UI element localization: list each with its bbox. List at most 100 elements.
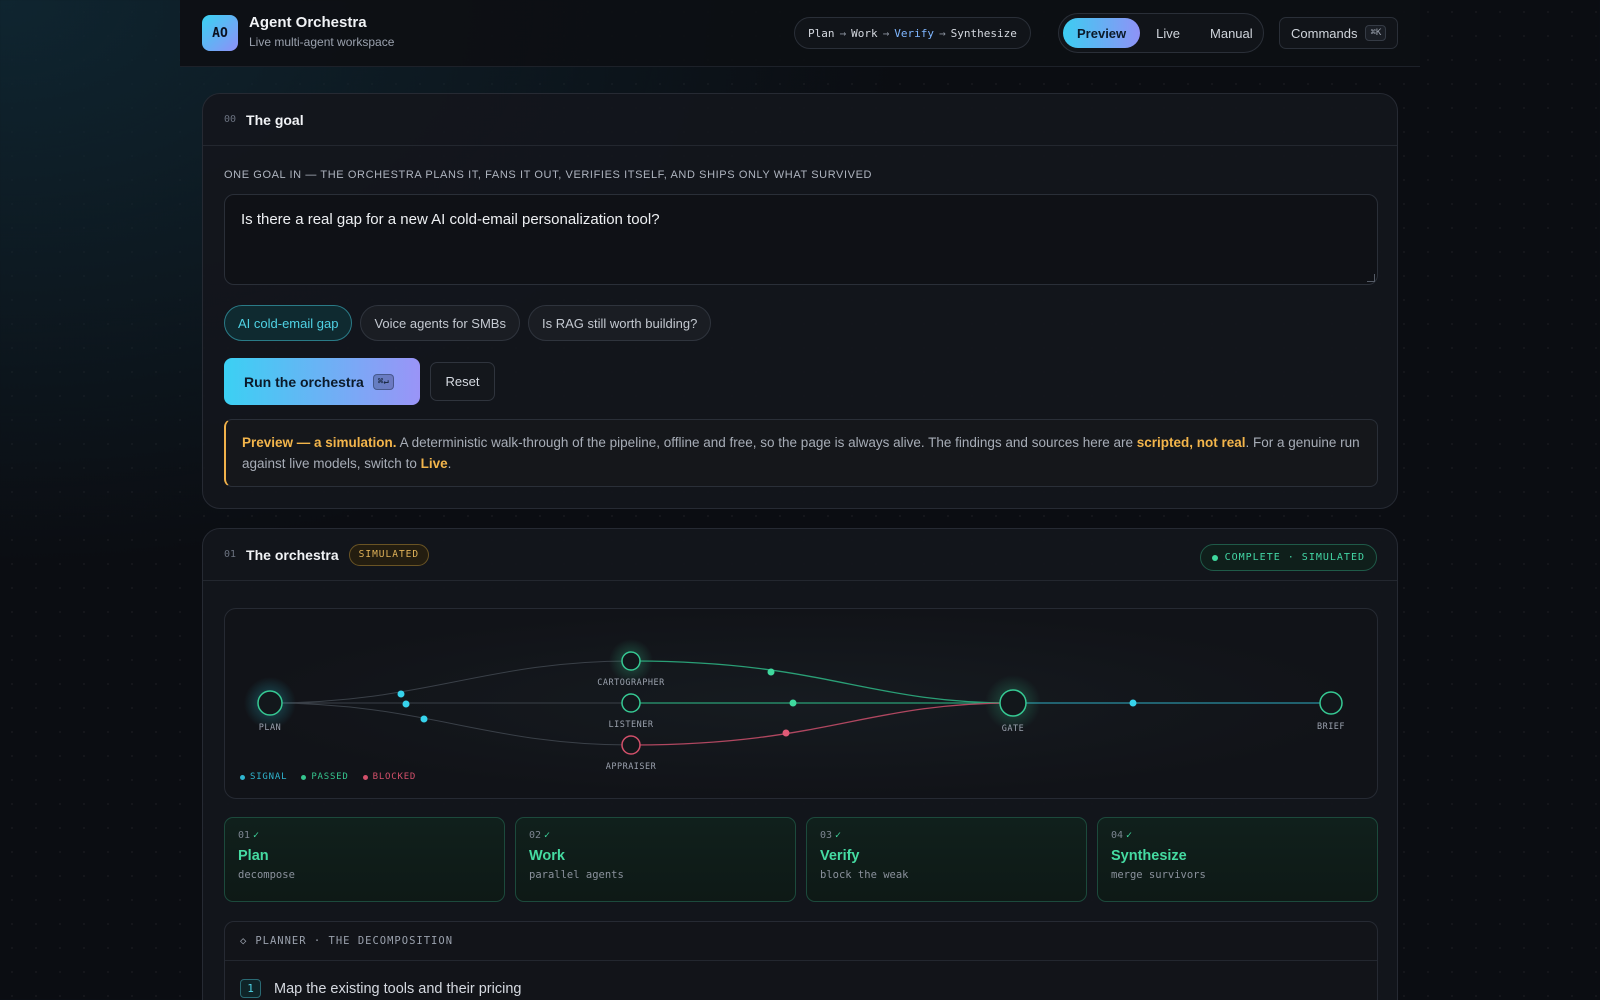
arrow-icon: → <box>882 26 890 40</box>
node-label-cartographer: CARTOGRAPHER <box>597 678 665 688</box>
legend-signal: SIGNAL <box>240 772 287 782</box>
signal-pulse <box>1129 699 1137 707</box>
status-dot-icon <box>1211 554 1218 561</box>
resize-handle-icon[interactable] <box>1367 274 1375 282</box>
orchestra-graph: PLAN CARTOGRAPHER LISTENER APPRAISER GAT… <box>224 608 1378 799</box>
pipeline-step-synthesize: Synthesize <box>950 26 1017 40</box>
node-plan <box>257 690 283 716</box>
node-cartographer <box>621 651 641 671</box>
passed-pulse <box>767 668 775 676</box>
node-gate <box>999 689 1027 717</box>
notice-lead: Preview — a simulation. <box>242 435 397 450</box>
section-title: The orchestra <box>246 546 339 563</box>
edge-appraiser-gate <box>630 702 1014 746</box>
node-brief <box>1319 691 1343 715</box>
list-item: 1 Map the existing tools and their prici… <box>225 961 1377 998</box>
run-orchestra-button[interactable]: Run the orchestra ⌘↵ <box>224 358 420 405</box>
node-label-gate: GATE <box>1002 724 1024 734</box>
mode-preview-button[interactable]: Preview <box>1063 18 1141 48</box>
commands-shortcut: ⌘K <box>1365 25 1387 41</box>
node-label-appraiser: APPRAISER <box>606 762 657 772</box>
goal-text: Is there a real gap for a new AI cold-em… <box>241 211 660 228</box>
mode-manual-button[interactable]: Manual <box>1196 18 1267 48</box>
section-title: The goal <box>246 111 304 128</box>
graph-legend: SIGNAL PASSED BLOCKED <box>240 772 416 782</box>
legend-dot-icon <box>240 774 245 780</box>
stage-card-plan[interactable]: 01 ✓ Plan decompose <box>224 817 505 902</box>
run-label: Run the orchestra <box>244 373 364 390</box>
chip-rag[interactable]: Is RAG still worth building? <box>527 305 712 341</box>
stage-description: block the weak <box>820 869 909 881</box>
item-number: 1 <box>240 979 261 998</box>
legend-blocked: BLOCKED <box>362 772 417 782</box>
preview-notice: Preview — a simulation. A deterministic … <box>224 419 1378 487</box>
stage-cards: 01 ✓ Plan decompose 02 ✓ Work parallel age… <box>224 817 1378 902</box>
goal-textarea[interactable]: Is there a real gap for a new AI cold-em… <box>224 194 1378 285</box>
planner-header: ◇ PLANNER · THE DECOMPOSITION <box>225 922 1377 961</box>
check-icon: ✓ <box>835 830 842 841</box>
stage-card-work[interactable]: 02 ✓ Work parallel agents <box>515 817 796 902</box>
legend-dot-icon <box>362 774 368 780</box>
stage-card-synthesize[interactable]: 04 ✓ Synthesize merge survivors <box>1097 817 1378 902</box>
edge-plan-appraiser <box>269 702 632 746</box>
check-icon: ✓ <box>544 830 551 841</box>
edge-cartographer-gate <box>630 660 1014 704</box>
notice-text-3: . <box>447 456 452 471</box>
stage-description: merge survivors <box>1111 869 1206 881</box>
pipeline-step-plan: Plan <box>808 26 835 40</box>
node-listener <box>621 693 641 713</box>
stage-name: Work <box>529 848 565 864</box>
reset-button[interactable]: Reset <box>430 362 495 401</box>
pipeline-step-verify: Verify <box>894 26 934 40</box>
simulated-badge: SIMULATED <box>348 543 430 566</box>
pipeline-indicator: Plan → Work → Verify → Synthesize <box>794 17 1031 49</box>
example-chips: AI cold-email gap Voice agents for SMBs … <box>224 305 712 341</box>
section-number: 01 <box>224 549 237 560</box>
stage-number: 03 <box>820 830 833 841</box>
commands-button[interactable]: Commands ⌘K <box>1279 17 1398 49</box>
node-label-plan: PLAN <box>259 723 281 733</box>
check-icon: ✓ <box>1126 830 1133 841</box>
stage-number: 02 <box>529 830 542 841</box>
run-shortcut: ⌘↵ <box>372 373 394 390</box>
goal-caption: ONE GOAL IN — THE ORCHESTRA PLANS IT, FA… <box>224 169 873 181</box>
item-text: Map the existing tools and their pricing <box>274 980 522 997</box>
signal-pulse <box>420 715 428 723</box>
signal-pulse <box>402 700 410 708</box>
legend-passed: PASSED <box>301 772 348 782</box>
stage-name: Verify <box>820 848 860 864</box>
planner-title: PLANNER · THE DECOMPOSITION <box>255 935 454 947</box>
commands-label: Commands <box>1291 25 1358 41</box>
node-appraiser <box>621 735 641 755</box>
stage-name: Plan <box>238 848 269 864</box>
notice-emphasis: scripted, not real <box>1136 435 1246 450</box>
app-subtitle: Live multi-agent workspace <box>249 35 395 49</box>
edge-plan-cartographer <box>269 660 632 704</box>
stage-number: 01 <box>238 830 251 841</box>
app-logo: AO <box>202 15 238 51</box>
stage-number: 04 <box>1111 830 1124 841</box>
chip-voice-agents[interactable]: Voice agents for SMBs <box>360 305 520 341</box>
goal-panel: 00 The goal ONE GOAL IN — THE ORCHESTRA … <box>202 93 1398 509</box>
orchestra-panel: 01 The orchestra SIMULATED COMPLETE · SI… <box>202 528 1398 1000</box>
notice-live-link[interactable]: Live <box>421 456 448 471</box>
notice-text-1: A deterministic walk-through of the pipe… <box>396 435 1137 450</box>
passed-pulse <box>789 699 797 707</box>
arrow-icon: → <box>939 26 946 40</box>
diamond-icon: ◇ <box>240 935 248 947</box>
status-text: COMPLETE · SIMULATED <box>1224 552 1365 563</box>
stage-name: Synthesize <box>1111 848 1187 864</box>
mode-live-button[interactable]: Live <box>1142 18 1194 48</box>
node-label-brief: BRIEF <box>1317 722 1345 732</box>
pipeline-step-work: Work <box>851 26 878 40</box>
signal-pulse <box>397 690 405 698</box>
stage-card-verify[interactable]: 03 ✓ Verify block the weak <box>806 817 1087 902</box>
status-badge: COMPLETE · SIMULATED <box>1199 544 1377 571</box>
top-bar: AO Agent Orchestra Live multi-agent work… <box>180 0 1420 67</box>
chip-ai-cold-email[interactable]: AI cold-email gap <box>224 305 353 341</box>
graph-canvas: PLAN CARTOGRAPHER LISTENER APPRAISER GAT… <box>244 639 1345 772</box>
app-title: Agent Orchestra <box>249 14 367 31</box>
planner-decomposition: ◇ PLANNER · THE DECOMPOSITION 1 Map the … <box>224 921 1378 1000</box>
section-number: 00 <box>224 114 237 125</box>
legend-dot-icon <box>301 774 307 780</box>
